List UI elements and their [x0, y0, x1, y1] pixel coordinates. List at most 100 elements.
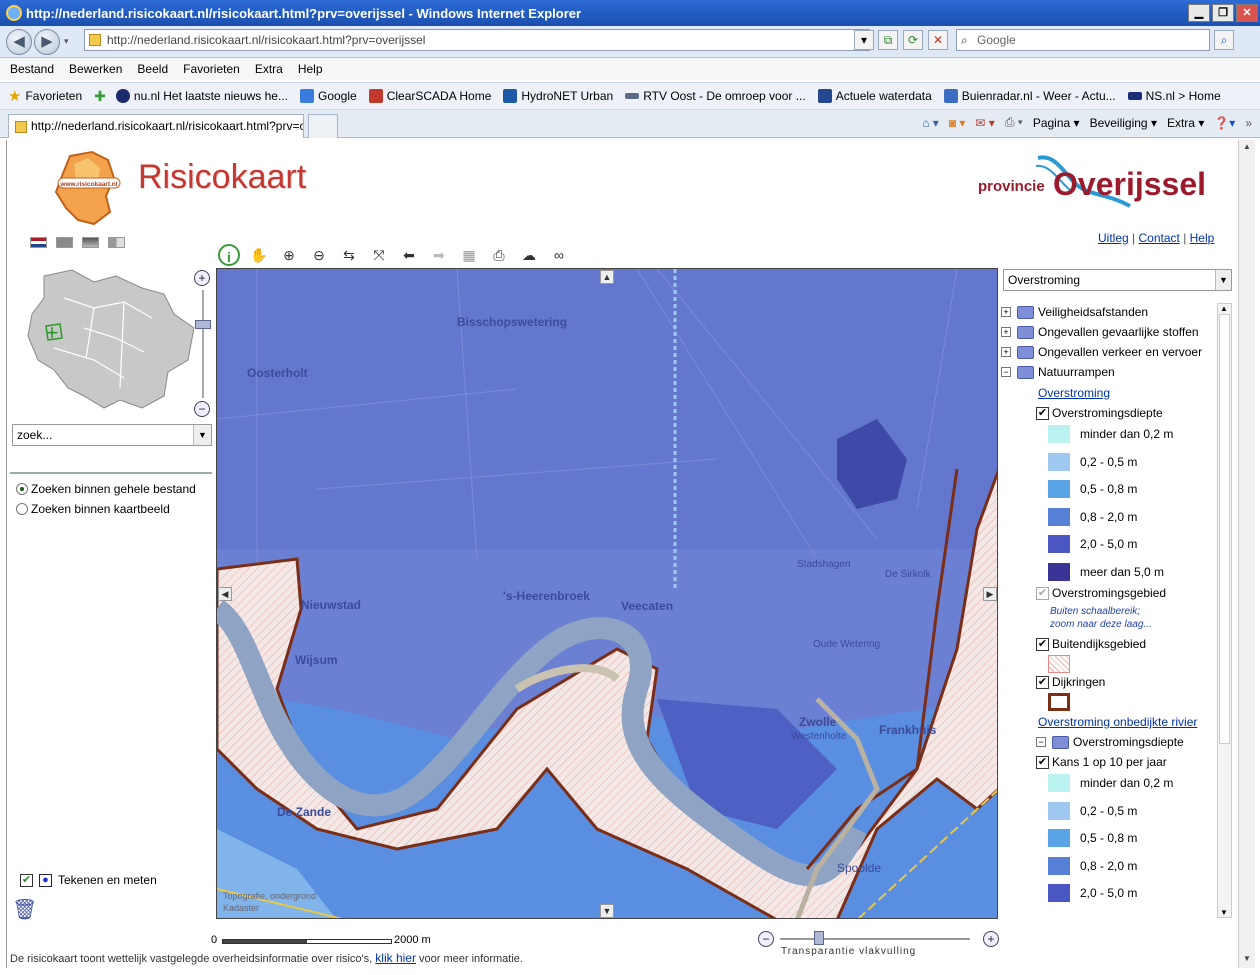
- feeds-icon[interactable]: ◙ ▾: [949, 116, 966, 130]
- transparency-slider[interactable]: − + Transparantie vlakvulling: [758, 930, 1002, 960]
- dutch-flag-icon[interactable]: [30, 237, 47, 248]
- menu-extra[interactable]: Extra: [255, 62, 283, 76]
- depth-checkbox[interactable]: ✔: [1036, 406, 1049, 420]
- layer-tree-scrollbar[interactable]: ▲ ▼: [1217, 303, 1232, 918]
- layer-group-natuurrampen[interactable]: − Natuurrampen: [1001, 365, 1115, 379]
- transparency-thumb[interactable]: [814, 931, 825, 945]
- search-all-option[interactable]: Zoeken binnen gehele bestand: [16, 482, 196, 496]
- new-tab-button[interactable]: [308, 114, 338, 138]
- favorites-button[interactable]: ★ Favorieten: [8, 87, 82, 105]
- radio-unchecked[interactable]: [16, 503, 28, 515]
- stop-icon[interactable]: ✕: [928, 30, 948, 50]
- expand-icon[interactable]: +: [1001, 327, 1011, 337]
- menu-beeld[interactable]: Beeld: [137, 62, 168, 76]
- sub-depth-group[interactable]: − Overstromingsdiepte: [1036, 735, 1184, 749]
- pan-hand-icon[interactable]: ✋: [248, 244, 270, 266]
- outer-checkbox[interactable]: ✔: [1036, 637, 1049, 651]
- search-view-option[interactable]: Zoeken binnen kaartbeeld: [16, 502, 170, 516]
- home-icon[interactable]: ⌂ ▾: [922, 116, 939, 130]
- contact-link[interactable]: Contact: [1138, 231, 1179, 245]
- layer-select-dropdown-icon[interactable]: ▼: [1215, 270, 1231, 290]
- pan-east-icon[interactable]: ▶: [983, 587, 997, 601]
- english-flag-icon[interactable]: [56, 237, 73, 248]
- minimize-button[interactable]: ▁: [1188, 4, 1210, 22]
- scroll-down-icon[interactable]: ▼: [1241, 954, 1253, 966]
- layer-group-verkeer-vervoer[interactable]: + Ongevallen verkeer en vervoer: [1001, 345, 1202, 359]
- pan-west-icon[interactable]: ◀: [218, 587, 232, 601]
- tree-scroll-up-icon[interactable]: ▲: [1220, 304, 1228, 313]
- next-extent-icon[interactable]: ➡: [428, 244, 450, 266]
- unprotected-river-link[interactable]: Overstroming onbedijkte rivier: [1038, 715, 1197, 729]
- cloud-icon[interactable]: ☁: [518, 244, 540, 266]
- forward-button[interactable]: ▶: [34, 29, 60, 55]
- map-view[interactable]: Bisschopswetering Oosterholt Nieuwstad '…: [216, 268, 998, 919]
- collapse-icon[interactable]: −: [1036, 737, 1046, 747]
- draw-checkbox[interactable]: ✔: [20, 873, 33, 887]
- measure-icon[interactable]: ▦: [458, 244, 480, 266]
- pan-north-icon[interactable]: ▲: [600, 270, 614, 284]
- favorite-google[interactable]: Google: [299, 89, 357, 103]
- tree-scroll-down-icon[interactable]: ▼: [1220, 908, 1228, 917]
- zoom-out-icon[interactable]: ⊖: [308, 244, 330, 266]
- collapse-icon[interactable]: −: [1001, 367, 1011, 377]
- printer-icon[interactable]: ⎙: [488, 244, 510, 266]
- expand-icon[interactable]: +: [1001, 307, 1011, 317]
- layer-group-veiligheidsafstanden[interactable]: + Veiligheidsafstanden: [1001, 305, 1148, 319]
- favorite-clearscada[interactable]: ClearSCADA Home: [368, 89, 491, 103]
- back-button[interactable]: ◀: [6, 29, 32, 55]
- full-extent-icon[interactable]: ⤧: [368, 244, 390, 266]
- transparency-increase-icon[interactable]: +: [983, 931, 999, 947]
- trash-icon[interactable]: 🗑: [12, 897, 37, 922]
- more-info-link[interactable]: klik hier: [375, 951, 416, 965]
- overview-map[interactable]: +: [24, 268, 194, 413]
- menu-pagina[interactable]: Pagina ▾: [1033, 116, 1080, 130]
- favorite-rtv-oost[interactable]: RTV Oost - De omroep voor ...: [625, 89, 806, 103]
- print-layout-icon[interactable]: [108, 237, 125, 248]
- overstroming-link[interactable]: Overstroming: [1038, 386, 1110, 400]
- layer-group-gevaarlijke-stoffen[interactable]: + Ongevallen gevaarlijke stoffen: [1001, 325, 1199, 339]
- help-icon[interactable]: ❓▾: [1214, 116, 1235, 130]
- uitleg-link[interactable]: Uitleg: [1098, 231, 1129, 245]
- tree-scroll-thumb[interactable]: [1219, 314, 1230, 744]
- tab-risicokaart[interactable]: http://nederland.risicokaart.nl/risicoka…: [8, 114, 304, 138]
- compatibility-icon[interactable]: ⧉: [878, 30, 898, 50]
- previous-extent-icon[interactable]: ⬅: [398, 244, 420, 266]
- zoom-slider[interactable]: + −: [193, 270, 213, 418]
- slider-zoom-out-icon[interactable]: −: [194, 401, 210, 417]
- menu-bewerken[interactable]: Bewerken: [69, 62, 122, 76]
- search-go-icon[interactable]: ⌕: [1214, 30, 1234, 50]
- favorite-nu-nl[interactable]: nu.nl Het laatste nieuws he...: [115, 89, 288, 103]
- zoek-dropdown-icon[interactable]: ▼: [193, 425, 211, 445]
- zoom-in-icon[interactable]: ⊕: [278, 244, 300, 266]
- info-icon[interactable]: i: [218, 244, 240, 266]
- radio-checked[interactable]: [16, 483, 28, 495]
- refresh-icon[interactable]: ⟳: [903, 30, 923, 50]
- zoek-input[interactable]: zoek... ▼: [12, 424, 212, 446]
- favorite-hydronet[interactable]: HydroNET Urban: [503, 89, 613, 103]
- close-window-button[interactable]: ✕: [1236, 4, 1258, 22]
- scroll-up-icon[interactable]: ▲: [1241, 142, 1253, 154]
- zoom-thumb[interactable]: [195, 320, 211, 329]
- expand-icon[interactable]: »: [1245, 116, 1252, 130]
- dike-checkbox[interactable]: ✔: [1036, 675, 1049, 689]
- menu-bestand[interactable]: Bestand: [10, 62, 54, 76]
- favorite-buienradar[interactable]: Buienradar.nl - Weer - Actu...: [943, 89, 1116, 103]
- favorite-waterdata[interactable]: Actuele waterdata: [817, 89, 932, 103]
- menu-beveiliging[interactable]: Beveiliging ▾: [1090, 116, 1157, 130]
- mail-icon[interactable]: ✉ ▾: [975, 116, 994, 130]
- help-link[interactable]: Help: [1190, 231, 1215, 245]
- menu-extra-cmd[interactable]: Extra ▾: [1167, 116, 1204, 130]
- link-icon[interactable]: ∞: [548, 244, 570, 266]
- favorite-ns[interactable]: NS.nl > Home: [1127, 89, 1221, 103]
- address-bar[interactable]: http://nederland.risicokaart.nl/risicoka…: [84, 29, 870, 51]
- area-checkbox-disabled[interactable]: ✔: [1036, 586, 1049, 600]
- page-scrollbar[interactable]: ▲ ▼: [1238, 140, 1255, 968]
- contrast-icon[interactable]: [82, 237, 99, 248]
- address-dropdown-icon[interactable]: ▾: [854, 30, 874, 50]
- menu-favorieten[interactable]: Favorieten: [183, 62, 240, 76]
- chance-checkbox[interactable]: ✔: [1036, 755, 1049, 769]
- pan-south-icon[interactable]: ▼: [600, 904, 614, 918]
- maximize-button[interactable]: ❐: [1212, 4, 1234, 22]
- expand-icon[interactable]: +: [1001, 347, 1011, 357]
- menu-help[interactable]: Help: [298, 62, 323, 76]
